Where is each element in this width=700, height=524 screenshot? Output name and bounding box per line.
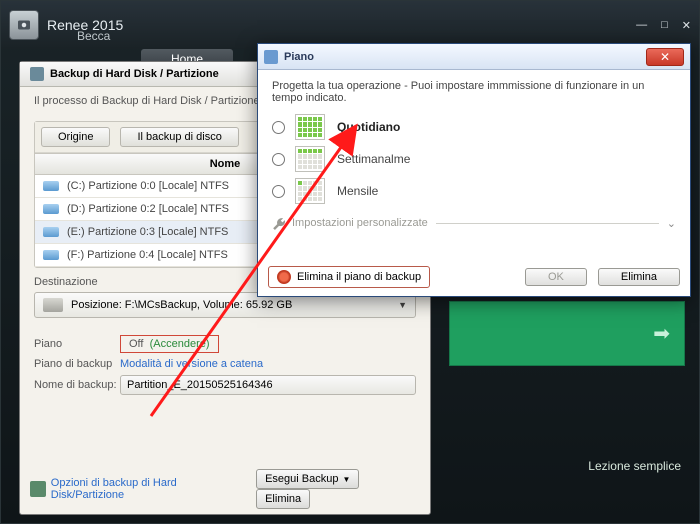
dialog-description: Progetta la tua operazione - Puoi impost… bbox=[272, 80, 676, 104]
window-controls: — □ ✕ bbox=[636, 19, 691, 32]
tab-origin[interactable]: Origine bbox=[41, 127, 110, 147]
titlebar: Renee 2015 Becca — □ ✕ bbox=[1, 1, 699, 49]
minimize-button[interactable]: — bbox=[636, 19, 647, 32]
radio-daily[interactable] bbox=[272, 121, 285, 134]
arrow-right-icon: ➡ bbox=[653, 321, 670, 346]
disk-icon bbox=[43, 250, 59, 260]
lesson-link[interactable]: Lezione semplice bbox=[588, 459, 681, 473]
calendar-daily-icon bbox=[295, 114, 325, 140]
option-weekly[interactable]: Settimanalme bbox=[272, 146, 676, 172]
dialog-close-button[interactable]: ✕ bbox=[646, 48, 684, 66]
dialog-icon bbox=[264, 50, 278, 64]
calendar-monthly-icon bbox=[295, 178, 325, 204]
app-logo-icon bbox=[9, 10, 39, 40]
wrench-icon bbox=[272, 216, 286, 230]
chevron-down-icon: ▼ bbox=[398, 300, 407, 310]
disk-icon bbox=[43, 181, 59, 191]
next-card[interactable]: ➡ bbox=[449, 301, 685, 366]
ok-button[interactable]: OK bbox=[525, 268, 587, 286]
drive-icon bbox=[43, 298, 63, 312]
radio-weekly[interactable] bbox=[272, 153, 285, 166]
maximize-button[interactable]: □ bbox=[661, 19, 668, 32]
app-subtitle: Becca bbox=[77, 29, 110, 43]
backup-name-label: Nome di backup: bbox=[34, 379, 120, 391]
dialog-title: Piano bbox=[284, 51, 314, 63]
destination-value: Posizione: F:\MCsBackup, Volume: 65.92 G… bbox=[71, 299, 292, 311]
disk-icon bbox=[43, 227, 59, 237]
chevron-down-icon: ⌄ bbox=[667, 217, 676, 230]
backup-name-input[interactable] bbox=[120, 375, 416, 395]
piano-toggle[interactable]: Off (Accendere) bbox=[120, 335, 219, 353]
delete-button[interactable]: Elimina bbox=[256, 489, 310, 509]
chevron-down-icon: ▼ bbox=[342, 475, 350, 484]
run-backup-button[interactable]: Esegui Backup▼ bbox=[256, 469, 359, 489]
delete-plan-button[interactable]: Elimina il piano di backup bbox=[268, 266, 430, 288]
option-daily[interactable]: Quotidiano bbox=[272, 114, 676, 140]
app-window: Renee 2015 Becca — □ ✕ Home Backup di Ha… bbox=[0, 0, 700, 524]
radio-monthly[interactable] bbox=[272, 185, 285, 198]
option-monthly[interactable]: Mensile bbox=[272, 178, 676, 204]
tab-disk-backup[interactable]: Il backup di disco bbox=[120, 127, 238, 147]
elimina-button[interactable]: Elimina bbox=[598, 268, 680, 286]
plan-value-link[interactable]: Modalità di versione a catena bbox=[120, 358, 263, 370]
piano-dialog: Piano ✕ Progetta la tua operazione - Puo… bbox=[257, 43, 691, 297]
disk-icon bbox=[43, 204, 59, 214]
close-button[interactable]: ✕ bbox=[682, 19, 691, 32]
plan-label: Piano di backup bbox=[34, 358, 120, 370]
calendar-weekly-icon bbox=[295, 146, 325, 172]
backup-options-link[interactable]: Opzioni di backup di Hard Disk/Partizion… bbox=[30, 477, 250, 501]
custom-settings-expander[interactable]: Impostazioni personalizzate⌄ bbox=[272, 216, 676, 230]
piano-label: Piano bbox=[34, 338, 120, 350]
